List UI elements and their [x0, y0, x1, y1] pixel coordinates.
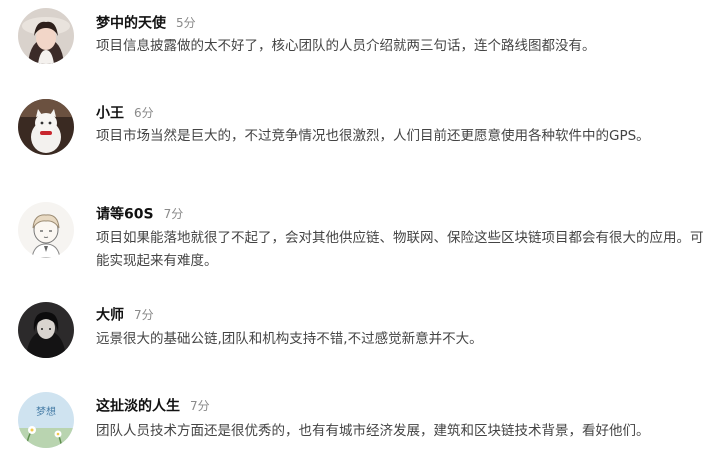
girl-photo-icon — [18, 8, 74, 64]
avatar-label: 梦想 — [36, 405, 56, 418]
white-cat-icon — [18, 99, 74, 155]
comment-meta: 这扯淡的人生 7分 — [96, 395, 210, 415]
commenter-name[interactable]: 请等60S — [96, 207, 154, 223]
comment-text: 项目信息披露做的太不好了，核心团队的人员介绍就两三句话，连个路线图都没有。 — [96, 38, 596, 54]
dark-figure-icon — [18, 302, 74, 358]
comment-text: 项目市场当然是巨大的，不过竞争情况也很激烈，人们目前还更愿意使用各种软件中的GP… — [96, 128, 650, 144]
avatar[interactable]: 梦想 — [18, 392, 74, 448]
comment-time: 7分 — [163, 207, 184, 221]
comment-text: 团队人员技术方面还是很优秀的，也有有城市经济发展，建筑和区块链技术背景，看好他们… — [96, 423, 650, 439]
comment-meta: 小王 6分 — [96, 102, 154, 122]
dream-flower-icon: 梦想 — [18, 392, 74, 448]
avatar[interactable] — [18, 99, 74, 155]
comment-meta: 梦中的天使 5分 — [96, 12, 196, 32]
avatar[interactable] — [18, 302, 74, 358]
comment-meta: 大师 7分 — [96, 304, 154, 324]
commenter-name[interactable]: 小王 — [96, 106, 124, 122]
commenter-name[interactable]: 大师 — [96, 308, 124, 324]
comment-time: 7分 — [190, 399, 210, 413]
avatar[interactable] — [18, 8, 74, 64]
comment-time: 5分 — [176, 16, 196, 30]
commenter-name[interactable]: 这扯淡的人生 — [96, 399, 180, 415]
comment-time: 6分 — [134, 106, 154, 120]
comment-time: 7分 — [134, 308, 154, 322]
comment-text: 项目如果能落地就很了不起了，会对其他供应链、物联网、保险这些区块链项目都会有很大… — [96, 230, 704, 269]
commenter-name[interactable]: 梦中的天使 — [96, 16, 166, 32]
avatar[interactable] — [18, 202, 74, 258]
comment-meta: 请等60S 7分 — [96, 203, 183, 223]
cartoon-boy-icon — [18, 202, 74, 258]
comment-text: 远景很大的基础公链,团队和机构支持不错,不过感觉新意并不大。 — [96, 331, 483, 347]
